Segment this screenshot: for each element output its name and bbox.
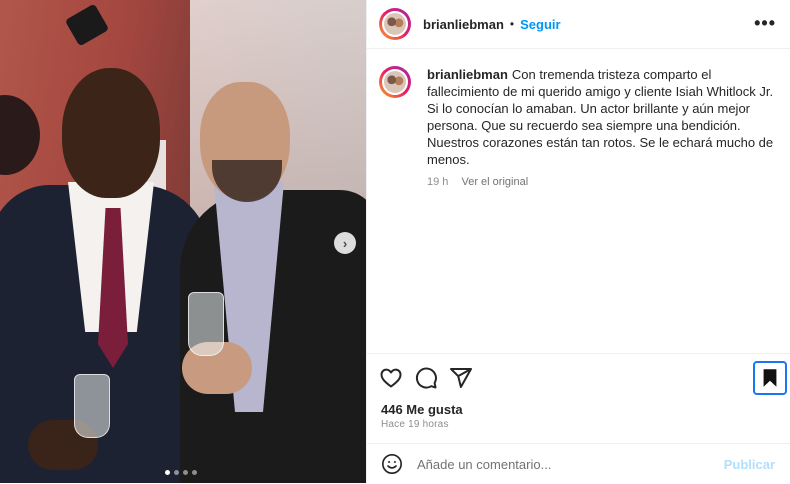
- background-sign: [0, 95, 40, 175]
- caption-meta: 19 h Ver el original: [427, 174, 778, 191]
- avatar[interactable]: [379, 8, 411, 40]
- post-photo[interactable]: ›: [0, 0, 366, 483]
- see-original-link[interactable]: Ver el original: [461, 176, 528, 188]
- publish-button[interactable]: Publicar: [718, 456, 781, 473]
- left-person-head: [62, 68, 160, 198]
- caption-age: 19 h: [427, 176, 449, 188]
- follow-button[interactable]: Seguir: [520, 17, 560, 32]
- save-button[interactable]: [753, 361, 787, 395]
- stage-light: [64, 3, 110, 47]
- caption-body: brianliebman Con tremenda tristeza compar…: [427, 66, 778, 191]
- post-timestamp: Hace 19 horas: [381, 419, 449, 430]
- heart-icon: [380, 368, 402, 388]
- emoji-icon[interactable]: [381, 453, 403, 475]
- header-username[interactable]: brianliebman: [423, 17, 504, 32]
- carousel-dot: [192, 470, 197, 475]
- avatar-image: [382, 69, 408, 95]
- instagram-post: › brianliebman • Seguir ••• brianliebman…: [0, 0, 790, 483]
- post-header: brianliebman • Seguir •••: [367, 0, 790, 49]
- like-button[interactable]: [379, 366, 403, 390]
- comment-input[interactable]: [415, 455, 718, 473]
- carousel-dot: [165, 470, 170, 475]
- more-icon[interactable]: •••: [754, 14, 776, 32]
- post-side-panel: brianliebman • Seguir ••• brianliebman Co…: [366, 0, 790, 483]
- carousel-next-button[interactable]: ›: [334, 232, 356, 254]
- wine-glass: [74, 374, 110, 438]
- post-caption: brianliebman Con tremenda tristeza compar…: [379, 66, 778, 191]
- carousel-dot: [174, 470, 179, 475]
- caption-text: Con tremenda tristeza comparto el fallec…: [427, 67, 774, 167]
- comment-bar: Publicar: [367, 443, 790, 484]
- header-separator: •: [509, 17, 515, 31]
- like-count[interactable]: 446 Me gusta: [381, 402, 463, 417]
- caption-username[interactable]: brianliebman: [427, 67, 508, 82]
- share-icon: [450, 368, 472, 388]
- carousel-dot: [183, 470, 188, 475]
- share-button[interactable]: [449, 366, 473, 390]
- carousel-dots: [165, 470, 197, 475]
- action-bar: [367, 353, 790, 400]
- comment-button[interactable]: [414, 366, 438, 390]
- avatar-image: [382, 11, 408, 37]
- wine-glass: [188, 292, 224, 356]
- caption-avatar[interactable]: [379, 66, 411, 98]
- bookmark-icon: [763, 369, 777, 387]
- comment-icon: [415, 367, 437, 389]
- chevron-right-icon: ›: [342, 235, 348, 251]
